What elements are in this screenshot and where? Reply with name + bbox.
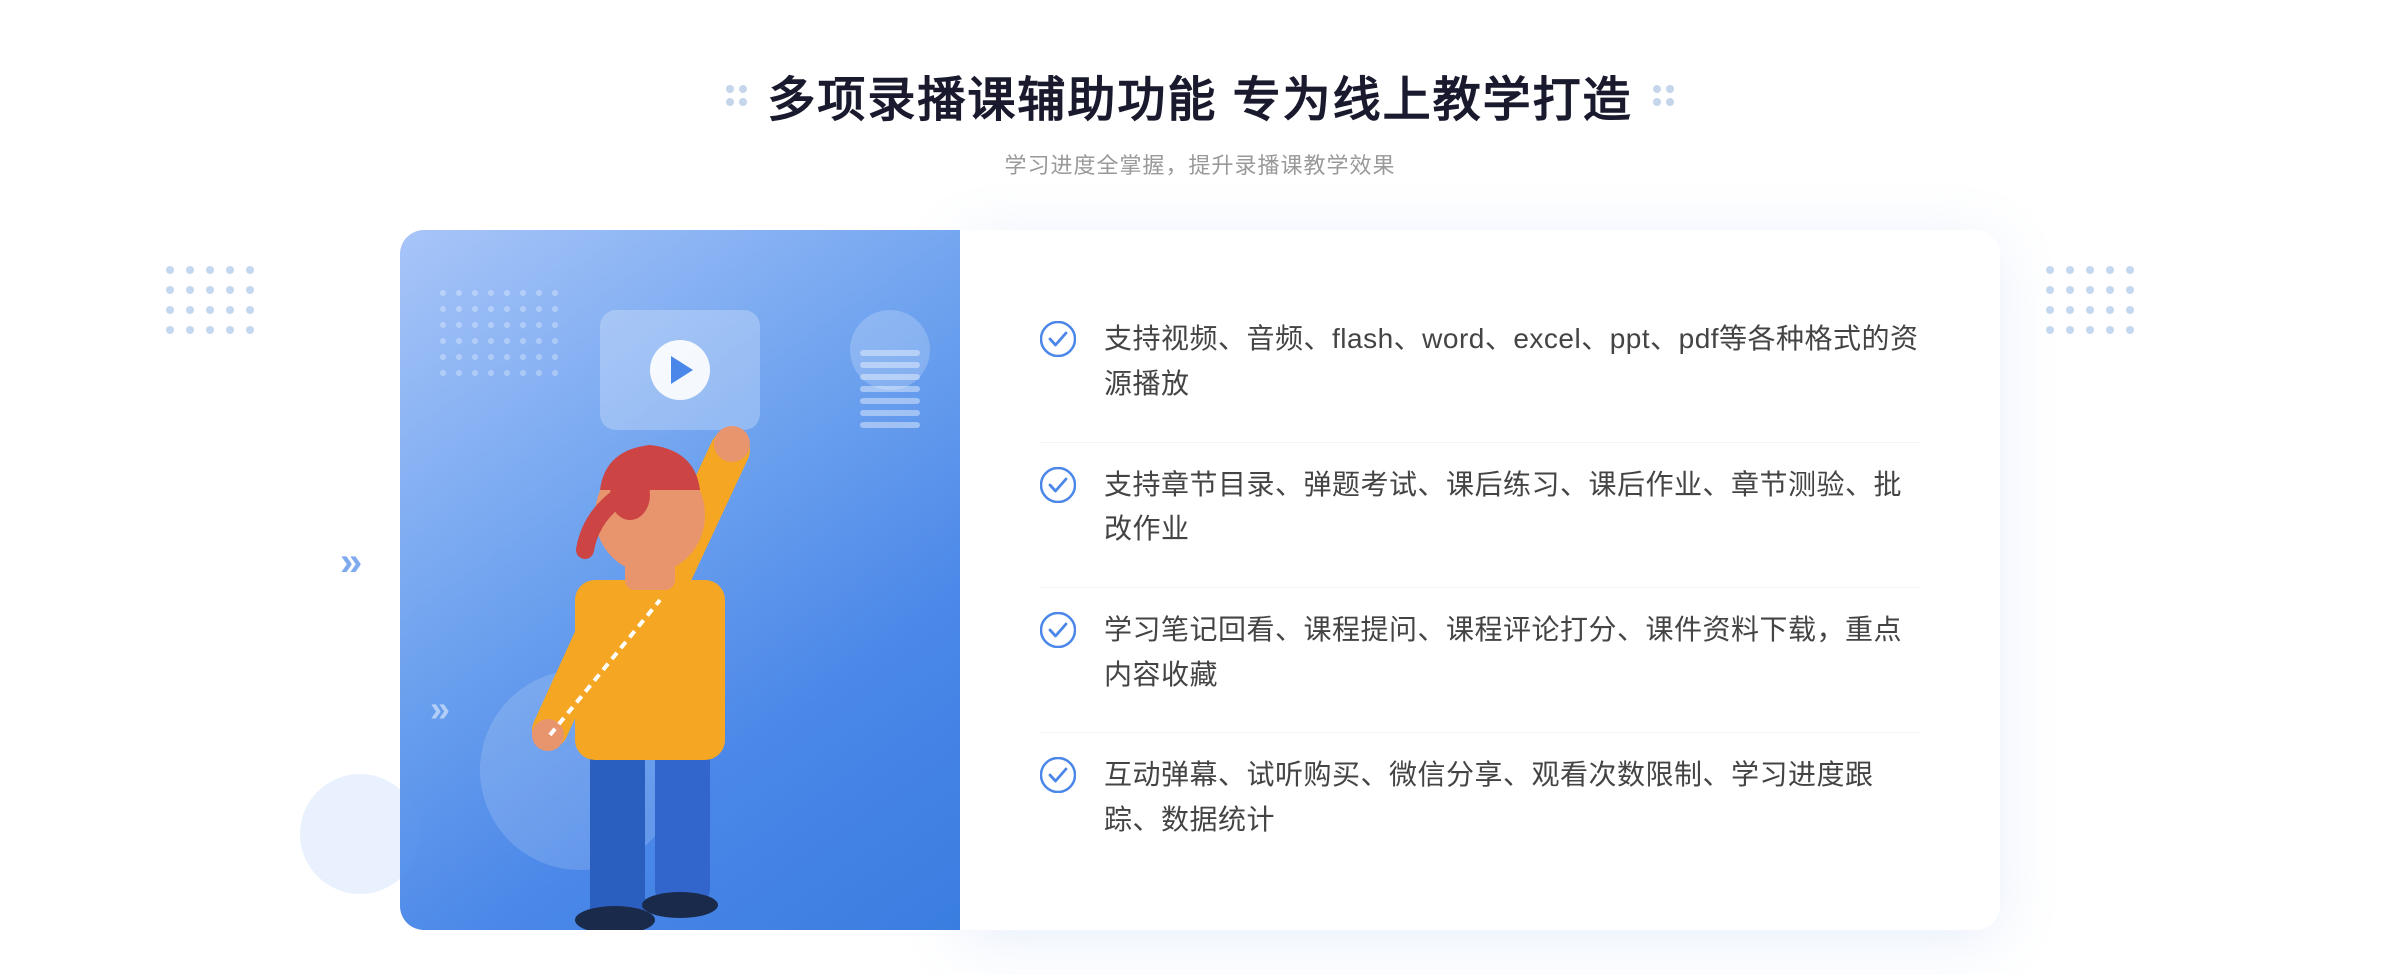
- title-dots-right: [1653, 85, 1674, 106]
- figure-illustration: [460, 350, 840, 930]
- page-wrapper: 多项录播课辅助功能 专为线上教学打造 学习进度全掌握，提升录播课教学效果: [0, 0, 2400, 974]
- feature-text-2: 支持章节目录、弹题考试、课后练习、课后作业、章节测验、批改作业: [1104, 463, 1920, 553]
- feature-item-1: 支持视频、音频、flash、word、excel、ppt、pdf等各种格式的资源…: [1040, 297, 1920, 427]
- feature-text-4: 互动弹幕、试听购买、微信分享、观看次数限制、学习进度跟踪、数据统计: [1104, 753, 1920, 843]
- dot: [1666, 85, 1674, 93]
- subtitle: 学习进度全掌握，提升录播课教学效果: [726, 148, 1673, 180]
- title-dots-left: [726, 85, 747, 106]
- illustration-panel: »: [400, 230, 960, 930]
- check-circle-icon-2: [1040, 467, 1076, 503]
- dot: [739, 98, 747, 106]
- header-section: 多项录播课辅助功能 专为线上教学打造 学习进度全掌握，提升录播课教学效果: [726, 60, 1673, 180]
- chevron-icon: »: [430, 688, 450, 730]
- left-chevron-icon: »: [340, 540, 362, 585]
- feature-item-2: 支持章节目录、弹题考试、课后练习、课后作业、章节测验、批改作业: [1040, 442, 1920, 573]
- bg-dot-pattern-left: [160, 260, 260, 345]
- content-area: »: [400, 230, 2000, 930]
- header-title-wrapper: 多项录播课辅助功能 专为线上教学打造: [726, 60, 1673, 130]
- dot: [1666, 98, 1674, 106]
- check-circle-icon-4: [1040, 757, 1076, 793]
- dot: [726, 85, 734, 93]
- feature-item-4: 互动弹幕、试听购买、微信分享、观看次数限制、学习进度跟踪、数据统计: [1040, 732, 1920, 863]
- features-panel: 支持视频、音频、flash、word、excel、ppt、pdf等各种格式的资源…: [960, 230, 2000, 930]
- dot: [1653, 85, 1661, 93]
- check-circle-icon-3: [1040, 612, 1076, 648]
- dot: [726, 98, 734, 106]
- illus-circle-small: [850, 310, 930, 390]
- feature-text-1: 支持视频、音频、flash、word、excel、ppt、pdf等各种格式的资源…: [1104, 317, 1920, 407]
- main-title: 多项录播课辅助功能 专为线上教学打造: [767, 60, 1632, 130]
- illus-chevrons: »: [430, 688, 450, 730]
- dot: [1653, 98, 1661, 106]
- left-decorative-circle: [300, 774, 420, 894]
- check-circle-icon-1: [1040, 321, 1076, 357]
- feature-item-3: 学习笔记回看、课程提问、课程评论打分、课件资料下载，重点内容收藏: [1040, 587, 1920, 718]
- dot: [739, 85, 747, 93]
- feature-text-3: 学习笔记回看、课程提问、课程评论打分、课件资料下载，重点内容收藏: [1104, 608, 1920, 698]
- left-chevrons: »: [340, 540, 362, 585]
- bg-dot-pattern-right: [2040, 260, 2140, 345]
